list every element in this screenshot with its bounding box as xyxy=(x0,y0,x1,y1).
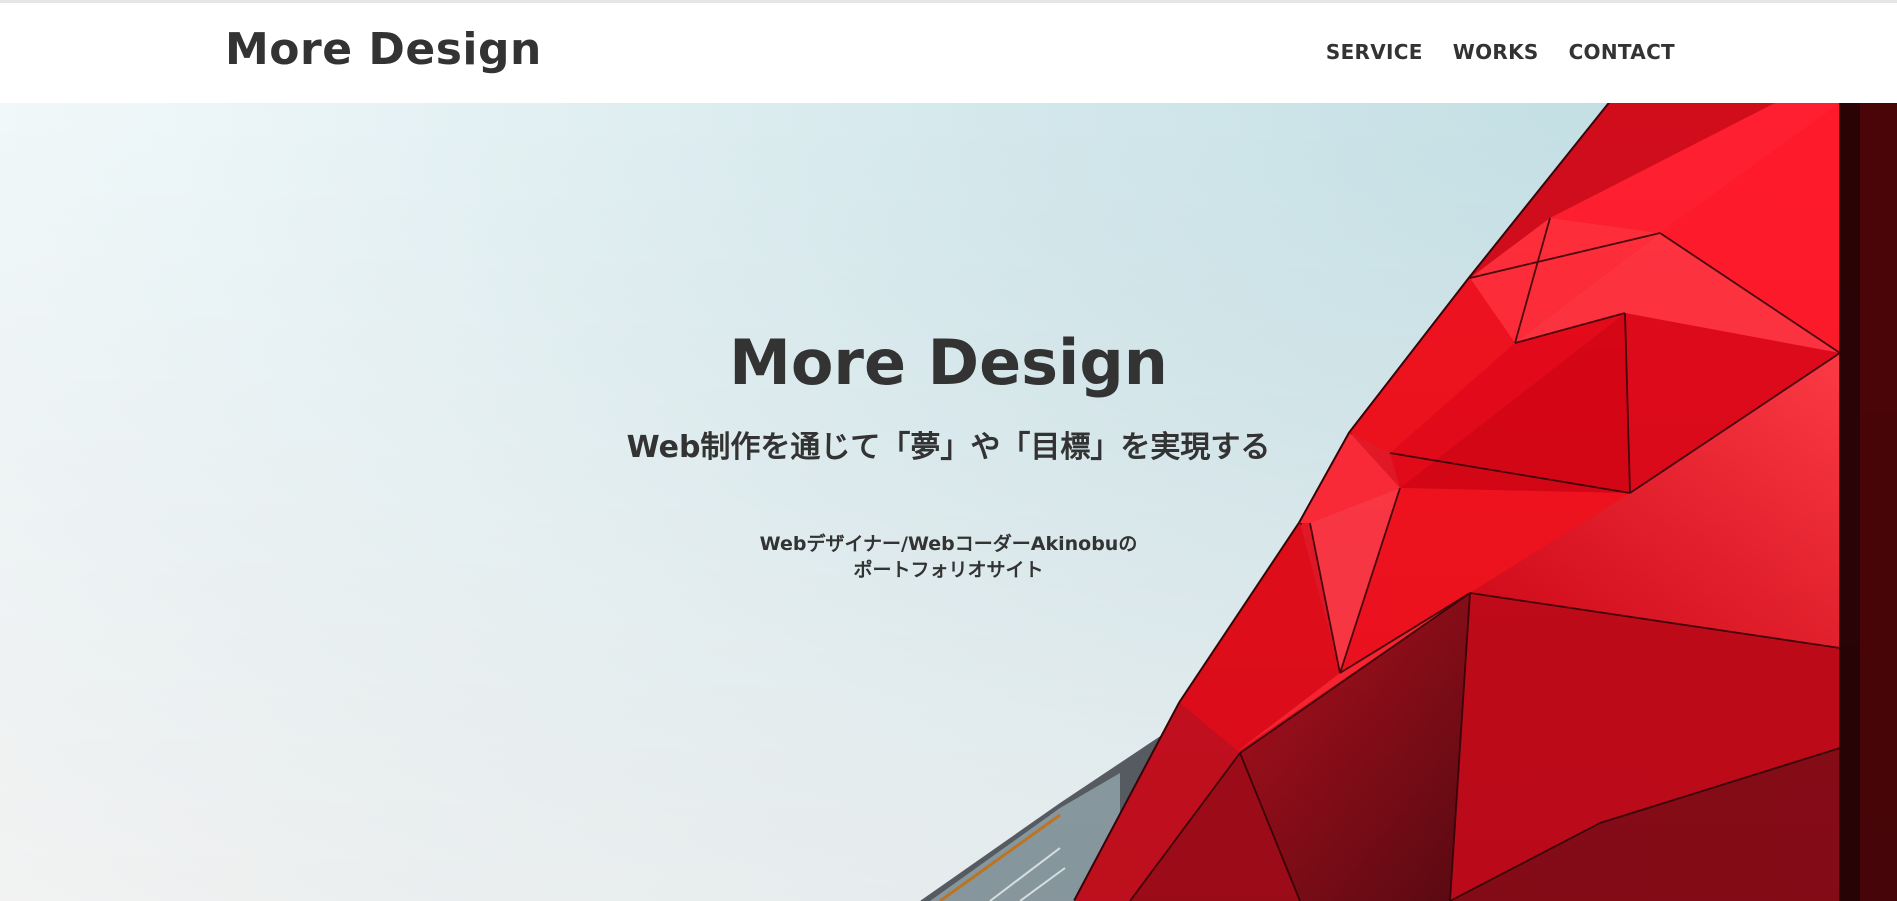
site-header: More Design SERVICE WORKS CONTACT xyxy=(0,3,1897,103)
main-nav: SERVICE WORKS CONTACT xyxy=(1326,39,1675,65)
hero-section: More Design Web制作を通じて「夢」や「目標」を実現する Webデザ… xyxy=(0,103,1897,901)
nav-link-contact[interactable]: CONTACT xyxy=(1569,39,1675,65)
nav-link-works[interactable]: WORKS xyxy=(1453,39,1539,65)
hero-description-line1: Webデザイナー/WebコーダーAkinobuの xyxy=(759,533,1138,555)
hero-subtitle: Web制作を通じて「夢」や「目標」を実現する xyxy=(626,430,1271,465)
site-logo[interactable]: More Design xyxy=(225,23,542,77)
nav-link-service[interactable]: SERVICE xyxy=(1326,39,1423,65)
hero-text: More Design Web制作を通じて「夢」や「目標」を実現する Webデザ… xyxy=(0,103,1897,901)
hero-description: Webデザイナー/WebコーダーAkinobuの ポートフォリオサイト xyxy=(0,531,1897,583)
hero-description-line2: ポートフォリオサイト xyxy=(853,559,1044,581)
hero-title: More Design xyxy=(729,326,1168,399)
